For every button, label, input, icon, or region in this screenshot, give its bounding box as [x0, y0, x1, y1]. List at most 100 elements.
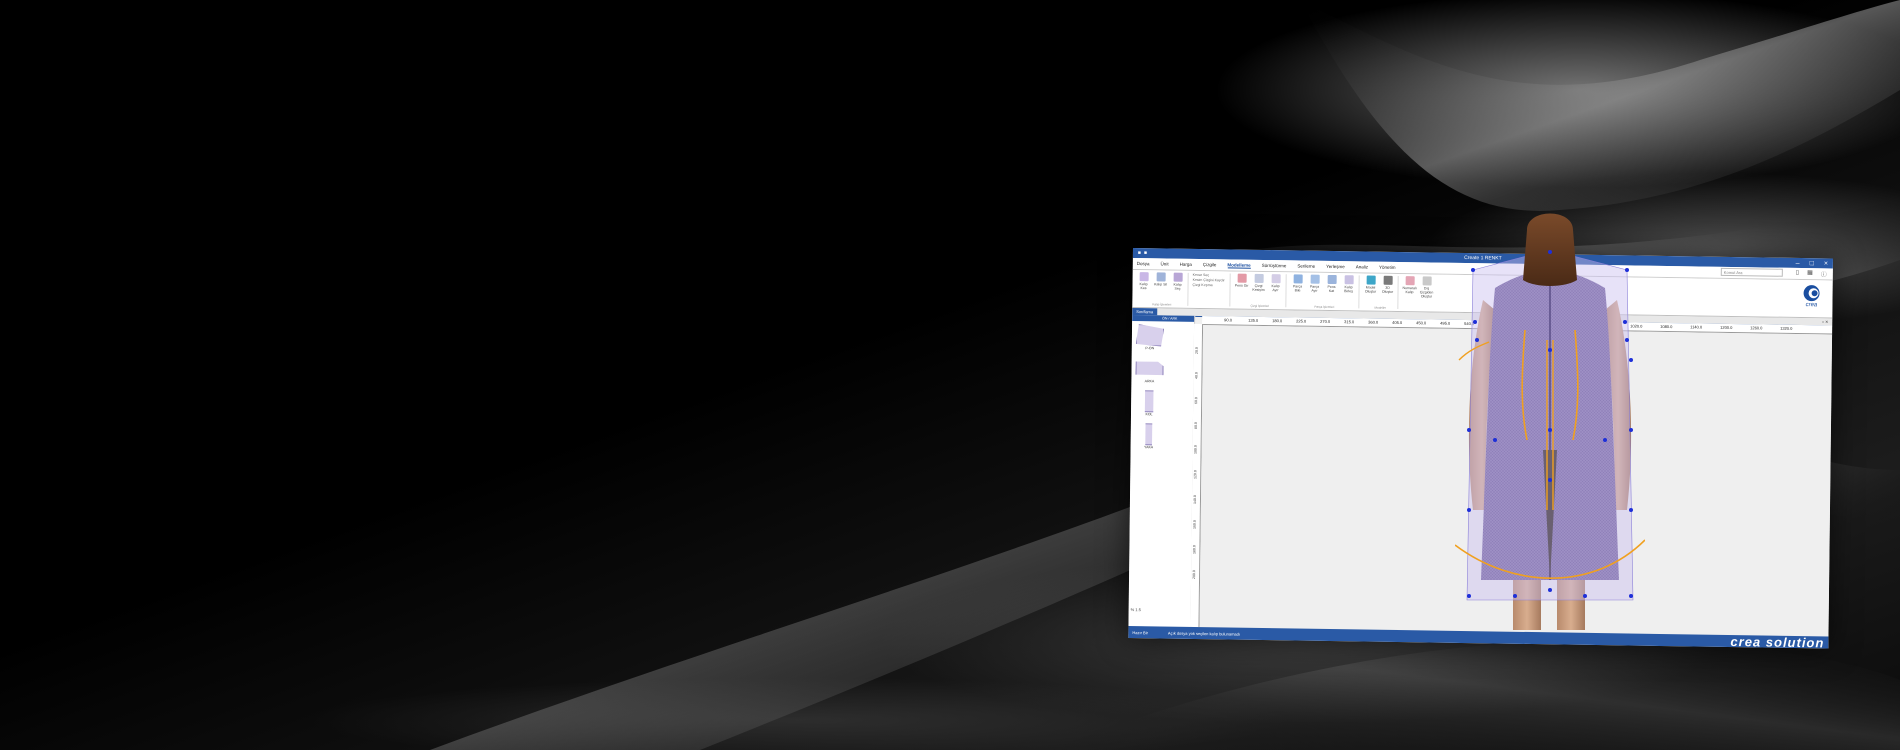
outline-icon	[1422, 276, 1432, 286]
piece-thumbnail[interactable]: YAKA	[1135, 423, 1163, 453]
ruler-tick: 135.0	[1248, 317, 1259, 323]
numbered-piece-icon	[1405, 276, 1415, 286]
piece-thumbnail[interactable]: ARKA	[1135, 357, 1163, 387]
ribbon-button[interactable]: Çizgi Kesişim	[1251, 273, 1265, 307]
option-kesim-cizgisi[interactable]: Kesim Çizgisi Kaydır	[1193, 278, 1227, 283]
settings-icon[interactable]: ▦	[1807, 269, 1813, 278]
piece-label: KOL	[1145, 412, 1153, 417]
menu-tab-yerlesme[interactable]: Yerleşme	[1326, 264, 1345, 269]
menu-tab-analiz[interactable]: Analiz	[1356, 264, 1368, 269]
ribbon-button[interactable]: Parça Bile	[1290, 274, 1304, 307]
model-icon	[1366, 275, 1376, 285]
menu-tab-yonetim[interactable]: Yönetim	[1379, 265, 1396, 270]
ruler-tick: 40.0	[1194, 372, 1199, 380]
command-search-input[interactable]: Komut Ara	[1720, 267, 1783, 277]
hair	[1523, 213, 1577, 286]
ribbon-group-caption: Çizgi İşlemleri	[1250, 303, 1270, 309]
intersect-icon	[1254, 273, 1264, 283]
model-figure	[1455, 213, 1645, 630]
ruler-tick: 160.0	[1192, 520, 1197, 530]
ruler-tick: 495.0	[1440, 320, 1451, 326]
ruler-tick: 1080.0	[1660, 323, 1673, 330]
ruler-tick: 90.0	[1224, 317, 1232, 323]
piece-thumbnail[interactable]: KOL	[1135, 390, 1163, 420]
ribbon-group-caption: Kalıp İşlemleri	[1152, 302, 1172, 307]
close-icon[interactable]: ×	[1824, 260, 1828, 267]
ruler-tick: 360.0	[1368, 319, 1379, 325]
piece-shape	[1135, 390, 1163, 412]
ribbon-group-model: Model Oluştur 3D Oluştur Modeller	[1363, 275, 1399, 310]
ribbon-group-caption: Parça İşlemleri	[1314, 304, 1335, 310]
ruler-tick: 270.0	[1320, 318, 1331, 324]
ribbon-button[interactable]: Pens Kat	[1324, 274, 1338, 308]
ruler-tick: 80.0	[1193, 422, 1198, 430]
fold-icon	[1327, 274, 1337, 285]
crea-logo-icon: crea	[1803, 285, 1820, 308]
menu-tab-dosya[interactable]: Dosya	[1137, 261, 1150, 266]
quick-access-icon[interactable]: ■	[1138, 250, 1141, 256]
status-message: Açık dosya yok seçilen kalıp bulunamadı	[1167, 630, 1241, 637]
ruler-tick: 450.0	[1416, 320, 1427, 326]
ribbon-button[interactable]: Numaralı Kalıp	[1402, 276, 1417, 309]
ribbon-group-parca: Parça Bile Parça Ayır Pens Kat Kalıp Bir…	[1290, 274, 1360, 310]
ruler-tick: 20.0	[1194, 347, 1199, 355]
ruler-tick: 120.0	[1193, 470, 1198, 480]
pieces-panel-header: ÖN / ARK	[1132, 315, 1195, 322]
ribbon-group-caption: Modeller	[1374, 305, 1387, 310]
option-cizgi-kirpma[interactable]: Çizgi Kırpma	[1193, 283, 1227, 288]
info-icon[interactable]: ⓘ	[1821, 269, 1827, 278]
ribbon-group-extra: Numaralı Kalıp Dış Çizgiden Oluştur	[1402, 276, 1436, 310]
ribbon-button[interactable]: Dış Çizgiden Oluştur	[1419, 276, 1433, 309]
piece-label: YAKA	[1144, 445, 1154, 450]
option-kenar-sec[interactable]: Kenar Seç	[1193, 273, 1227, 278]
3d-icon	[1383, 275, 1393, 285]
menu-tab-surrustur[interactable]: Sürrüştürme	[1262, 263, 1287, 268]
ribbon-button[interactable]: Kalıp Sil	[1153, 272, 1167, 305]
maximize-icon[interactable]: □	[1810, 260, 1814, 267]
ribbon-group-kalip: Kalıp Kes Kalıp Sil Kalıp Seç Kalıp İşle…	[1136, 272, 1189, 307]
pieces-panel: ÖN / ARK P-ÖN ARKA KOL YAKA % 1.5	[1128, 315, 1196, 627]
ribbon-button[interactable]: Parça Ayır	[1307, 274, 1321, 308]
ruler-tick: 315.0	[1344, 319, 1355, 325]
brand-label: crea solution	[1730, 633, 1825, 649]
menu-tab-harga[interactable]: Harga	[1180, 262, 1192, 267]
ribbon-button[interactable]: Pens Gir	[1234, 273, 1248, 307]
menu-tab-unit[interactable]: Ünit	[1161, 261, 1169, 266]
minimize-icon[interactable]: –	[1796, 259, 1800, 266]
piece-thumbnail[interactable]: P-ÖN	[1136, 324, 1164, 354]
ribbon-group-options: Kenar Seç Kesim Çizgisi Kaydır Çizgi Kır…	[1192, 272, 1231, 307]
ruler-tick: 200.0	[1192, 570, 1197, 580]
document-icon[interactable]: ▯	[1796, 269, 1799, 278]
split-icon	[1271, 274, 1281, 284]
dart-icon	[1237, 273, 1247, 283]
quick-access-icon[interactable]: ■	[1144, 250, 1147, 256]
scissors-icon	[1139, 272, 1149, 282]
piece-shape	[1135, 423, 1163, 445]
ruler-tick: 1260.0	[1750, 325, 1763, 331]
ruler-tick: 1200.0	[1720, 324, 1733, 331]
ruler-tick: 180.0	[1192, 545, 1197, 555]
piece-shape	[1135, 357, 1163, 379]
ribbon-button[interactable]: Kalıp Kes	[1136, 272, 1150, 305]
ribbon-button[interactable]: Kalıp Ayır	[1268, 274, 1282, 307]
merge-icon	[1344, 275, 1354, 285]
ribbon-button[interactable]: Kalıp Birleş	[1341, 275, 1355, 308]
piece-join-icon	[1293, 274, 1303, 284]
ribbon-button[interactable]: 3D Oluştur	[1380, 275, 1394, 309]
ruler-tick: 405.0	[1392, 319, 1403, 326]
menu-tab-cizgile[interactable]: Çizgile	[1203, 262, 1217, 267]
select-icon	[1173, 272, 1183, 282]
tab-close-icon[interactable]: ▫ ×	[1822, 319, 1828, 325]
status-text: Hazır Bir	[1132, 629, 1148, 635]
ruler-tick: 225.0	[1296, 318, 1307, 324]
delete-icon	[1156, 272, 1166, 282]
ruler-tick: 180.0	[1272, 318, 1283, 324]
ribbon-group-cizgi: Pens Gir Çizgi Kesişim Kalıp Ayır Çizgi …	[1234, 273, 1287, 309]
zoom-label: % 1.5	[1130, 607, 1141, 613]
piece-label: P-ÖN	[1145, 346, 1155, 351]
logo-text: crea	[1806, 302, 1818, 308]
ribbon-button[interactable]: Model Oluştur	[1363, 275, 1377, 308]
menu-tab-modelleme[interactable]: Modelleme	[1227, 261, 1251, 269]
ribbon-button[interactable]: Kalıp Seç	[1170, 272, 1184, 306]
menu-tab-serileme[interactable]: Serileme	[1297, 263, 1315, 268]
